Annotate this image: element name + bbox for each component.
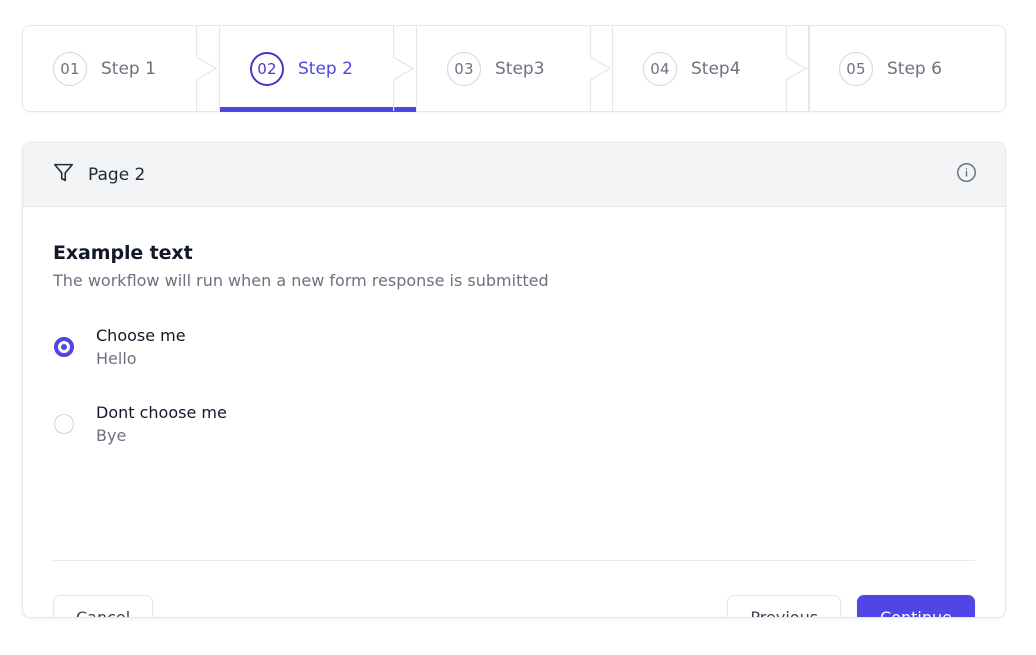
step-divider xyxy=(612,26,613,111)
info-icon[interactable] xyxy=(956,162,977,187)
stepper-item-3[interactable]: 03 Step3 xyxy=(417,26,613,111)
radio-option-label: Dont choose me xyxy=(96,403,227,423)
radio-option-label: Choose me xyxy=(96,326,186,345)
radio-option-description: Hello xyxy=(96,349,137,369)
panel-footer: Cancel Previous Continue xyxy=(53,595,975,617)
step-label: Step4 xyxy=(691,58,741,79)
radio-option-text: Choose me Hello xyxy=(96,324,186,371)
footer-divider xyxy=(53,560,975,561)
step-divider xyxy=(809,26,810,111)
stepper-item-5[interactable]: 05 Step 6 xyxy=(809,26,1005,111)
footer-actions: Previous Continue xyxy=(727,595,975,617)
step-number-badge: 02 xyxy=(250,51,284,86)
radio-button-selected-icon[interactable] xyxy=(54,337,74,357)
continue-button[interactable]: Continue xyxy=(857,595,975,617)
panel-body: Example text The workflow will run when … xyxy=(23,207,1005,617)
step-label: Step 1 xyxy=(101,58,156,79)
step-number-badge: 04 xyxy=(643,51,677,86)
section-title: Example text xyxy=(53,242,193,264)
step-chevron-separator-icon xyxy=(393,26,417,111)
radio-option-choose-me[interactable]: Choose me Hello xyxy=(53,324,975,371)
radio-option-text: Dont choose me Bye xyxy=(96,401,227,448)
step-number-badge: 01 xyxy=(53,51,87,86)
radio-option-description: Bye xyxy=(96,426,127,446)
radio-group: Choose me Hello Dont choose me Bye xyxy=(53,324,975,448)
stepper-item-4[interactable]: 04 Step4 xyxy=(613,26,809,111)
step-number-badge: 05 xyxy=(839,51,873,86)
previous-button[interactable]: Previous xyxy=(727,595,842,617)
step-chevron-separator-icon xyxy=(590,26,614,111)
cancel-button[interactable]: Cancel xyxy=(53,595,154,617)
step-chevron-separator-icon xyxy=(196,26,220,111)
page-root: 01 Step 1 02 Step 2 03 Step3 04 Step4 05… xyxy=(0,0,1036,655)
stepper-item-2[interactable]: 02 Step 2 xyxy=(219,26,417,112)
stepper-item-1[interactable]: 01 Step 1 xyxy=(23,26,219,111)
radio-option-dont-choose-me[interactable]: Dont choose me Bye xyxy=(53,401,975,448)
step-label: Step3 xyxy=(495,58,545,79)
active-step-underline xyxy=(220,107,416,112)
panel-header: Page 2 xyxy=(23,143,1005,207)
section-subtitle: The workflow will run when a new form re… xyxy=(53,271,549,290)
step-number-badge: 03 xyxy=(447,51,481,86)
radio-button-unselected-icon[interactable] xyxy=(54,414,74,435)
step-label: Step 6 xyxy=(887,58,942,79)
filter-icon xyxy=(53,162,74,187)
panel-header-left: Page 2 xyxy=(53,162,956,187)
step-label: Step 2 xyxy=(298,58,353,79)
step-chevron-separator-icon xyxy=(786,26,810,111)
content-panel: Page 2 Example text The workflow will ru… xyxy=(22,142,1006,618)
stepper: 01 Step 1 02 Step 2 03 Step3 04 Step4 05… xyxy=(22,25,1006,112)
panel-title: Page 2 xyxy=(88,164,146,185)
